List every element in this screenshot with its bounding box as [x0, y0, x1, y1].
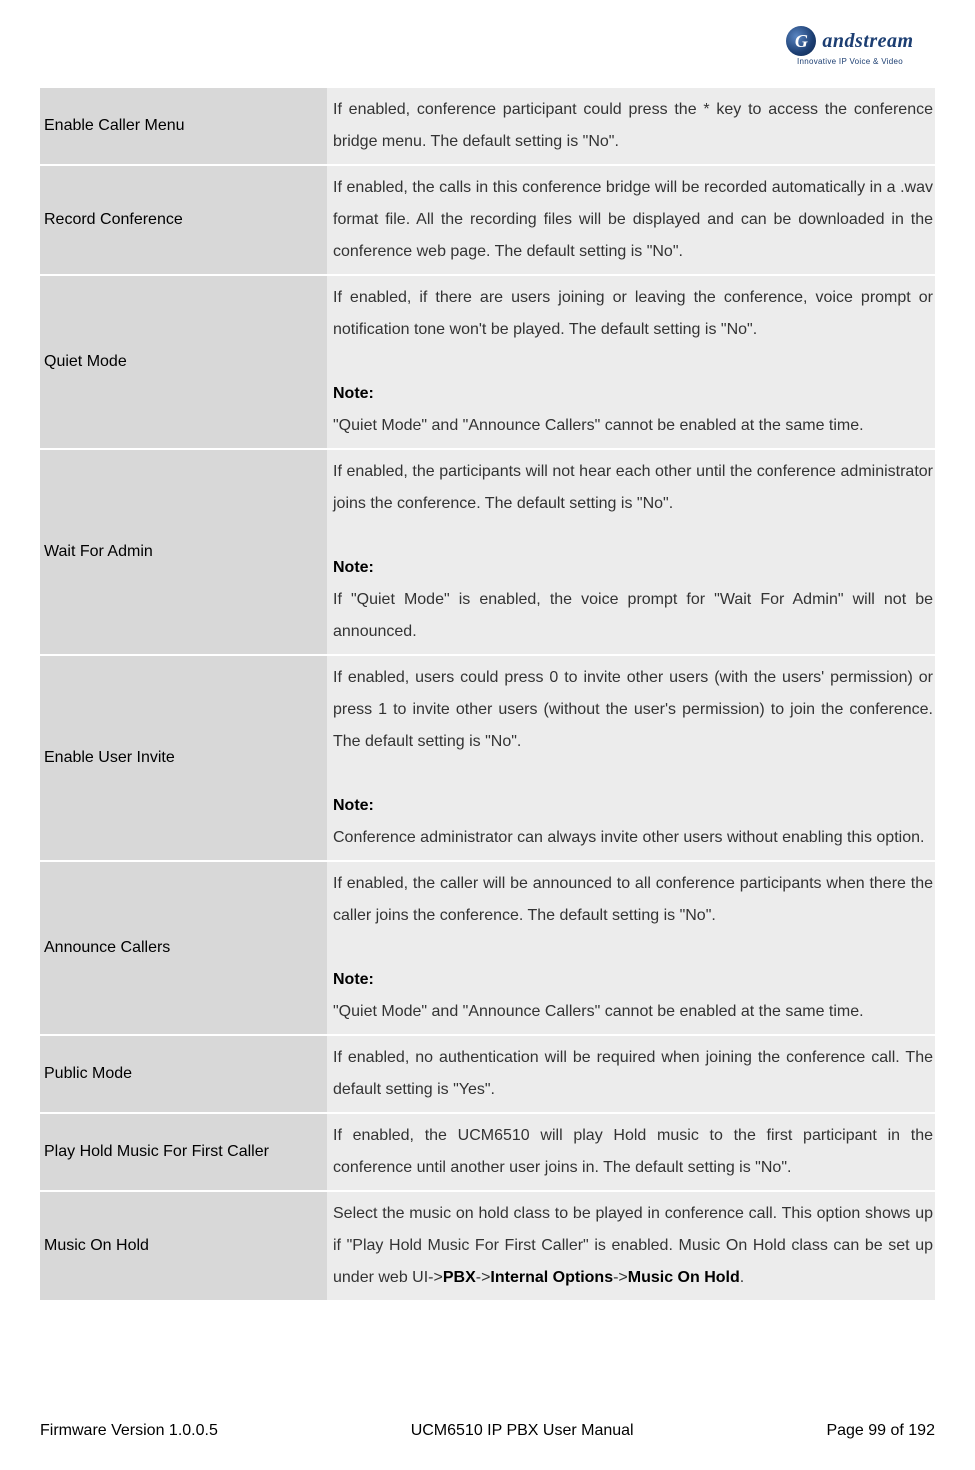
param-desc: Select the music on hold class to be pla… [327, 1192, 935, 1300]
note-text: "Quiet Mode" and "Announce Callers" cann… [333, 410, 933, 442]
table-row: Music On Hold Select the music on hold c… [40, 1192, 935, 1300]
param-label: Public Mode [40, 1036, 327, 1112]
table-row: Enable Caller Menu If enabled, conferenc… [40, 88, 935, 164]
table-row: Enable User Invite If enabled, users cou… [40, 656, 935, 860]
moh-bold-music-on-hold: Music On Hold [628, 1269, 740, 1286]
param-label: Wait For Admin [40, 450, 327, 654]
note-label: Note: [333, 971, 374, 988]
param-desc-text: If enabled, if there are users joining o… [333, 282, 933, 346]
param-desc: If enabled, the calls in this conference… [327, 166, 935, 274]
spacer [40, 1302, 935, 1394]
note-label: Note: [333, 559, 374, 576]
moh-bold-pbx: PBX [443, 1269, 476, 1286]
param-label: Enable Caller Menu [40, 88, 327, 164]
footer-page-number: Page 99 of 192 [826, 1422, 935, 1440]
footer-manual-title: UCM6510 IP PBX User Manual [411, 1422, 634, 1440]
param-label: Record Conference [40, 166, 327, 274]
table-row: Record Conference If enabled, the calls … [40, 166, 935, 274]
note-text: "Quiet Mode" and "Announce Callers" cann… [333, 996, 933, 1028]
document-page: G andstream Innovative IP Voice & Video … [0, 0, 975, 1470]
logo-g-icon: G [786, 26, 816, 56]
param-desc: If enabled, the participants will not he… [327, 450, 935, 654]
param-desc-text: If enabled, the participants will not he… [333, 456, 933, 520]
note-label: Note: [333, 385, 374, 402]
param-label: Play Hold Music For First Caller [40, 1114, 327, 1190]
param-desc: If enabled, if there are users joining o… [327, 276, 935, 448]
header-row: G andstream Innovative IP Voice & Video [40, 18, 935, 78]
param-label: Quiet Mode [40, 276, 327, 448]
param-desc: If enabled, the UCM6510 will play Hold m… [327, 1114, 935, 1190]
note-label: Note: [333, 797, 374, 814]
param-desc: If enabled, the caller will be announced… [327, 862, 935, 1034]
table-row: Public Mode If enabled, no authenticatio… [40, 1036, 935, 1112]
moh-bold-internal-options: Internal Options [490, 1269, 613, 1286]
param-desc-text: If enabled, the caller will be announced… [333, 868, 933, 932]
logo-graphic: G andstream [786, 26, 913, 56]
table-row: Wait For Admin If enabled, the participa… [40, 450, 935, 654]
param-desc: If enabled, users could press 0 to invit… [327, 656, 935, 860]
footer-firmware-version: Firmware Version 1.0.0.5 [40, 1422, 218, 1440]
param-label: Announce Callers [40, 862, 327, 1034]
table-row: Announce Callers If enabled, the caller … [40, 862, 935, 1034]
page-footer: Firmware Version 1.0.0.5 UCM6510 IP PBX … [40, 1394, 935, 1470]
moh-sep: -> [476, 1269, 491, 1286]
table-row: Quiet Mode If enabled, if there are user… [40, 276, 935, 448]
param-desc-text: If enabled, users could press 0 to invit… [333, 662, 933, 758]
param-desc: If enabled, conference participant could… [327, 88, 935, 164]
param-label: Music On Hold [40, 1192, 327, 1300]
logo-brand-text: andstream [822, 30, 913, 53]
grandstream-logo: G andstream Innovative IP Voice & Video [765, 18, 935, 74]
moh-post: . [740, 1269, 744, 1286]
logo-tagline: Innovative IP Voice & Video [797, 57, 903, 66]
param-label: Enable User Invite [40, 656, 327, 860]
note-text: Conference administrator can always invi… [333, 822, 933, 854]
table-row: Play Hold Music For First Caller If enab… [40, 1114, 935, 1190]
moh-sep: -> [613, 1269, 628, 1286]
note-text: If "Quiet Mode" is enabled, the voice pr… [333, 584, 933, 648]
parameters-table: Enable Caller Menu If enabled, conferenc… [40, 86, 935, 1302]
param-desc: If enabled, no authentication will be re… [327, 1036, 935, 1112]
